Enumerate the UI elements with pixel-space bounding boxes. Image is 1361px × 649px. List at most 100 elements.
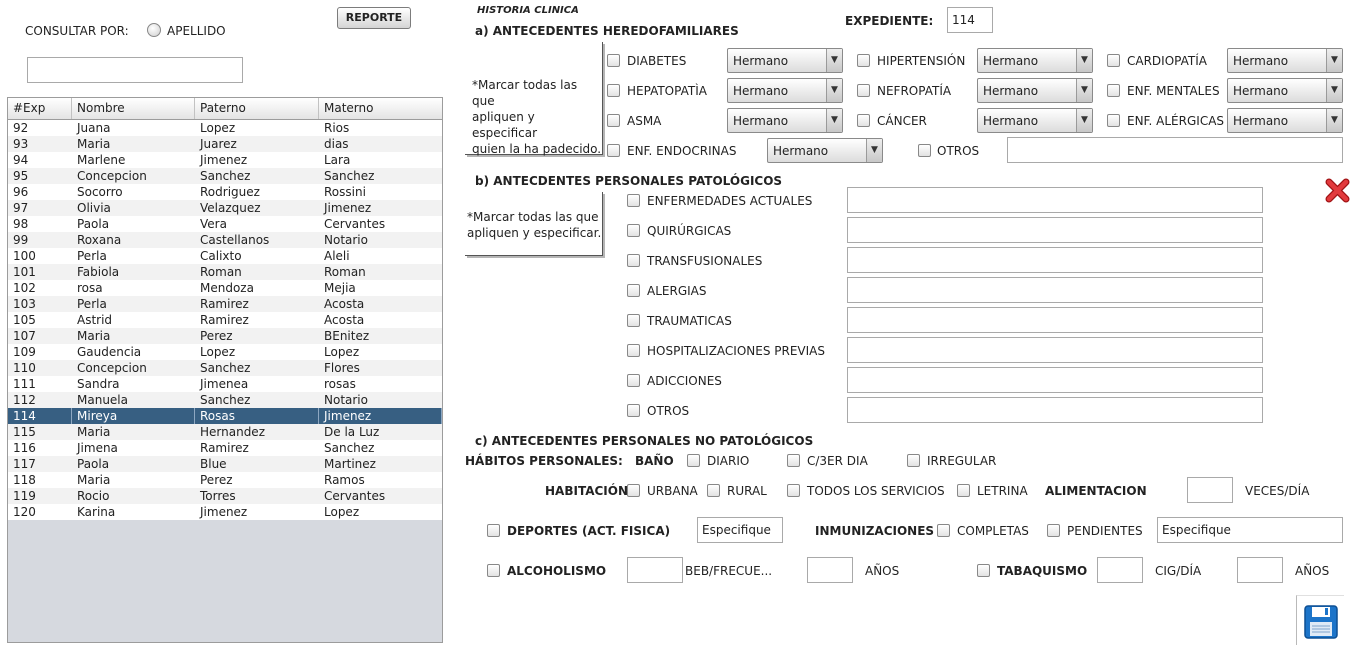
table-row[interactable]: 99 Roxana Castellanos Notario (8, 232, 442, 248)
table-row[interactable]: 105 Astrid Ramirez Acosta (8, 312, 442, 328)
diabetes-relative-select[interactable]: Hermano ▼ (727, 48, 843, 73)
apellido-radio[interactable] (147, 23, 161, 37)
otros-checkbox[interactable] (627, 404, 640, 417)
c-ncer-checkbox[interactable] (857, 114, 870, 127)
c-ncer-relative-select[interactable]: Hermano ▼ (977, 108, 1093, 133)
expediente-field[interactable]: 114 (947, 7, 993, 33)
hepatopat-a-checkbox[interactable] (607, 84, 620, 97)
table-row[interactable]: 101 Fabiola Roman Roman (8, 264, 442, 280)
asma-checkbox[interactable] (607, 114, 620, 127)
rural-checkbox[interactable] (707, 484, 720, 497)
quir-rgicas-input[interactable] (847, 217, 1263, 243)
diario-checkbox[interactable] (687, 454, 700, 467)
tabaquismo-input[interactable] (1097, 557, 1143, 583)
table-row[interactable]: 109 Gaudencia Lopez Lopez (8, 344, 442, 360)
close-icon[interactable] (1324, 177, 1351, 204)
enf-al-rgicas-checkbox[interactable] (1107, 114, 1120, 127)
table-row[interactable]: 117 Paola Blue Martinez (8, 456, 442, 472)
col-paterno[interactable]: Paterno (195, 98, 319, 119)
chevron-down-icon[interactable]: ▼ (1076, 109, 1092, 132)
adicciones-checkbox[interactable] (627, 374, 640, 387)
nefropat-a-checkbox[interactable] (857, 84, 870, 97)
table-row[interactable]: 112 Manuela Sanchez Notario (8, 392, 442, 408)
enf-mentales-relative-select[interactable]: Hermano ▼ (1227, 78, 1343, 103)
todos-servicios-checkbox[interactable] (787, 484, 800, 497)
pendientes-checkbox[interactable] (1047, 524, 1060, 537)
tabaco-anos-input[interactable] (1237, 557, 1283, 583)
table-row[interactable]: 107 Maria Perez BEnitez (8, 328, 442, 344)
table-row[interactable]: 100 Perla Calixto Aleli (8, 248, 442, 264)
table-row[interactable]: 115 Maria Hernandez De la Luz (8, 424, 442, 440)
otros-heredo-checkbox[interactable] (918, 144, 931, 157)
alcoholismo-checkbox[interactable] (487, 564, 500, 577)
table-row[interactable]: 98 Paola Vera Cervantes (8, 216, 442, 232)
enf-endocrinas-checkbox[interactable] (607, 144, 620, 157)
irregular-checkbox[interactable] (907, 454, 920, 467)
search-input[interactable] (27, 57, 243, 83)
completas-checkbox[interactable] (937, 524, 950, 537)
col-materno[interactable]: Materno (319, 98, 442, 119)
hospitalizaciones-previas-input[interactable] (847, 337, 1263, 363)
enf-endocrinas-relative-select[interactable]: Hermano ▼ (767, 138, 883, 163)
enfermedades-actuales-checkbox[interactable] (627, 194, 640, 207)
cardiopat-a-checkbox[interactable] (1107, 54, 1120, 67)
alcohol-anos-input[interactable] (807, 557, 853, 583)
chevron-down-icon[interactable]: ▼ (1326, 49, 1342, 72)
save-button[interactable] (1296, 595, 1344, 645)
chevron-down-icon[interactable]: ▼ (826, 49, 842, 72)
chevron-down-icon[interactable]: ▼ (826, 79, 842, 102)
table-row[interactable]: 93 Maria Juarez dias (8, 136, 442, 152)
inmunizaciones-input[interactable]: Especifique (1157, 517, 1343, 543)
table-row[interactable]: 116 Jimena Ramirez Sanchez (8, 440, 442, 456)
col-nombre[interactable]: Nombre (72, 98, 195, 119)
chevron-down-icon[interactable]: ▼ (1076, 79, 1092, 102)
transfusionales-input[interactable] (847, 247, 1263, 273)
chevron-down-icon[interactable]: ▼ (1326, 79, 1342, 102)
deportes-checkbox[interactable] (487, 524, 500, 537)
otros-input[interactable] (847, 397, 1263, 423)
nefropat-a-relative-select[interactable]: Hermano ▼ (977, 78, 1093, 103)
chevron-down-icon[interactable]: ▼ (1326, 109, 1342, 132)
table-row[interactable]: 103 Perla Ramirez Acosta (8, 296, 442, 312)
cardiopat-a-relative-select[interactable]: Hermano ▼ (1227, 48, 1343, 73)
enf-mentales-checkbox[interactable] (1107, 84, 1120, 97)
deportes-input[interactable]: Especifique (697, 517, 783, 543)
hepatopat-a-relative-select[interactable]: Hermano ▼ (727, 78, 843, 103)
chevron-down-icon[interactable]: ▼ (1076, 49, 1092, 72)
table-row[interactable]: 92 Juana Lopez Rios (8, 120, 442, 136)
table-row[interactable]: 97 Olivia Velazquez Jimenez (8, 200, 442, 216)
table-row[interactable]: 111 Sandra Jimenea rosas (8, 376, 442, 392)
report-button[interactable]: REPORTE (337, 7, 411, 29)
alimentacion-input[interactable] (1187, 477, 1233, 503)
col-exp[interactable]: #Exp (8, 98, 72, 119)
enf-al-rgicas-relative-select[interactable]: Hermano ▼ (1227, 108, 1343, 133)
table-row[interactable]: 114 Mireya Rosas Jimenez (8, 408, 442, 424)
table-row[interactable]: 110 Concepcion Sanchez Flores (8, 360, 442, 376)
traumaticas-input[interactable] (847, 307, 1263, 333)
c3er-dia-checkbox[interactable] (787, 454, 800, 467)
transfusionales-checkbox[interactable] (627, 254, 640, 267)
urbana-checkbox[interactable] (627, 484, 640, 497)
quir-rgicas-checkbox[interactable] (627, 224, 640, 237)
chevron-down-icon[interactable]: ▼ (826, 109, 842, 132)
alergias-checkbox[interactable] (627, 284, 640, 297)
tabaquismo-checkbox[interactable] (977, 564, 990, 577)
table-row[interactable]: 95 Concepcion Sanchez Sanchez (8, 168, 442, 184)
alcoholismo-input[interactable] (627, 557, 683, 583)
adicciones-input[interactable] (847, 367, 1263, 393)
letrina-checkbox[interactable] (957, 484, 970, 497)
diabetes-checkbox[interactable] (607, 54, 620, 67)
table-row[interactable]: 94 Marlene Jimenez Lara (8, 152, 442, 168)
table-row[interactable]: 102 rosa Mendoza Mejia (8, 280, 442, 296)
otros-heredo-input[interactable] (1007, 137, 1343, 163)
hospitalizaciones-previas-checkbox[interactable] (627, 344, 640, 357)
chevron-down-icon[interactable]: ▼ (866, 139, 882, 162)
table-row[interactable]: 118 Maria Perez Ramos (8, 472, 442, 488)
hipertensi-n-checkbox[interactable] (857, 54, 870, 67)
enfermedades-actuales-input[interactable] (847, 187, 1263, 213)
hipertensi-n-relative-select[interactable]: Hermano ▼ (977, 48, 1093, 73)
alergias-input[interactable] (847, 277, 1263, 303)
traumaticas-checkbox[interactable] (627, 314, 640, 327)
table-row[interactable]: 119 Rocio Torres Cervantes (8, 488, 442, 504)
table-row[interactable]: 96 Socorro Rodriguez Rossini (8, 184, 442, 200)
